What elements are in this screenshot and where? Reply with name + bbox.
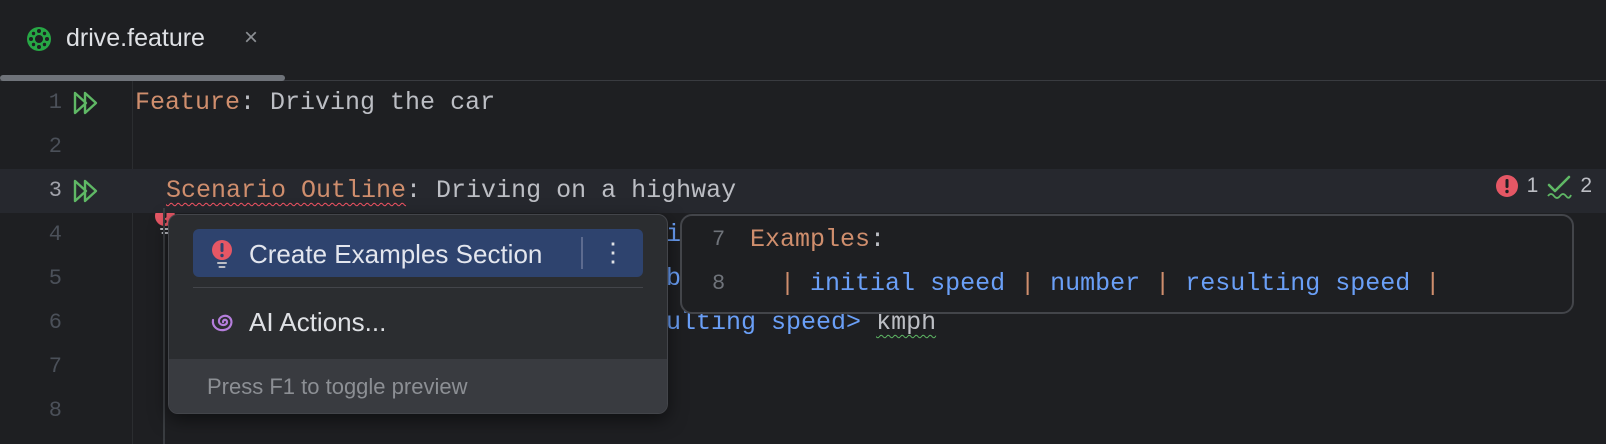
preview-line-number: 8 [712,271,726,296]
table-cell: resulting speed [1185,269,1411,298]
code-text: i [666,220,682,249]
close-icon[interactable]: × [244,24,258,52]
table-cell: number [1050,269,1141,298]
run-icon[interactable] [72,91,100,115]
line-number: 1 [48,90,62,115]
intention-preview-panel: 7 Examples: 8 | initial speed | number |… [680,214,1574,314]
editor-line-3: 3 Scenario Outline: Driving on a highway [0,169,1606,213]
create-examples-section-action[interactable]: Create Examples Section ⋮ [193,229,643,277]
run-icon[interactable] [72,179,100,203]
line-number: 3 [48,178,62,203]
cucumber-icon [27,27,51,51]
keyword-examples: Examples [750,225,871,254]
action-label: Create Examples Section [249,239,543,269]
intention-actions-popup: Create Examples Section ⋮ AI Actions... … [168,214,668,414]
code-colon: : [870,225,886,254]
weak-warning-check-icon [1547,175,1573,199]
more-options-icon[interactable]: ⋮ [598,235,628,271]
keyword-scenario-outline: Scenario Outline [166,176,407,205]
editor-line-2: 2 [0,125,1606,169]
line-number: 5 [48,266,62,291]
line-number: 2 [48,134,62,159]
keyword-feature: Feature [135,88,241,117]
code-text: Scenario Outline: Driving on a highway [166,169,736,213]
table-pipe: | [1020,269,1036,298]
preview-code-line-8: | initial speed | number | resulting spe… [750,262,1440,306]
popup-divider [193,287,643,288]
preview-line-number: 7 [712,227,726,252]
tab-drive-feature[interactable]: drive.feature × [0,0,285,81]
ai-actions-item[interactable]: AI Actions... [193,297,643,345]
table-pipe: | [1155,269,1171,298]
code-text: Feature: Driving the car [135,81,495,125]
error-icon [1495,175,1518,197]
quick-fix-bulb-icon [212,240,232,268]
toggle-preview-hint: Press F1 to toggle preview [207,374,468,399]
table-pipe: | [780,269,796,298]
action-label: AI Actions... [249,307,387,337]
weak-warning-count: 2 [1580,174,1592,197]
action-separator [581,237,583,269]
inspection-status[interactable]: 1 2 [1495,173,1592,199]
line-number: 4 [48,222,62,247]
error-count: 1 [1526,174,1539,197]
line-number: 8 [48,398,62,423]
feature-title: : Driving the car [240,88,496,117]
popup-footer: Press F1 to toggle preview [169,359,667,413]
line-number: 6 [48,310,62,335]
editor-tab-bar: drive.feature × [0,0,1606,81]
editor-line-1: 1 Feature: Driving the car [0,81,1606,125]
line-number: 7 [48,354,62,379]
table-cell: initial speed [810,269,1006,298]
tab-title: drive.feature [66,24,205,52]
code-text: b [666,264,682,293]
scenario-title: : Driving on a highway [406,176,737,205]
table-pipe: | [1425,269,1441,298]
preview-code-line-7: Examples: [750,218,885,262]
ai-spiral-icon [211,314,233,332]
